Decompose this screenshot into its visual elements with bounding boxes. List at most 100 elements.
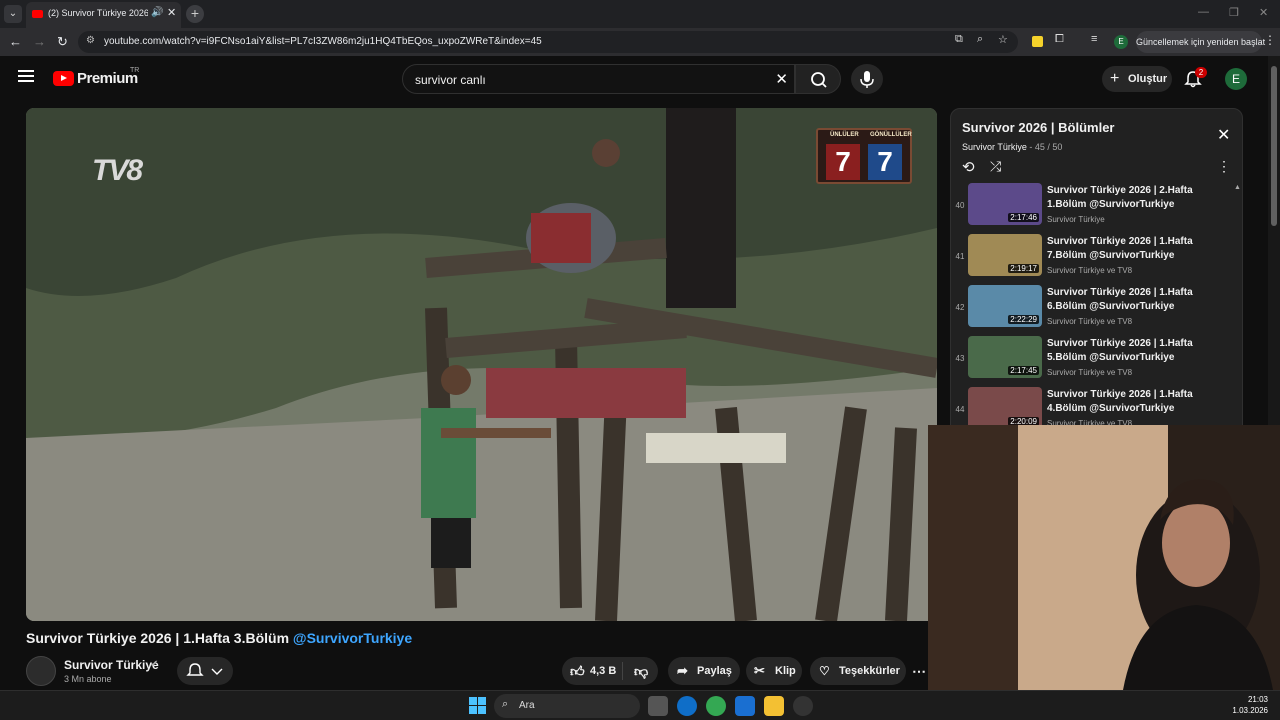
like-icon[interactable]: 👍︎ — [570, 657, 585, 685]
youtube-logo-icon[interactable] — [53, 71, 74, 86]
speaker-icon[interactable]: 🔊 — [151, 7, 163, 18]
extensions-puzzle-icon[interactable]: ⧠ — [1055, 33, 1064, 46]
tab-search-button[interactable]: ⌄ — [4, 5, 22, 23]
browser-tab[interactable]: (2) Survivor Türkiye 2026 | 🔊 ✕ — [26, 2, 181, 28]
playlist-item[interactable]: 42 2:22:29 Survivor Türkiye 2026 | 1.Haf… — [951, 285, 1236, 336]
url-text[interactable]: youtube.com/watch?v=i9FCNso1aiY&list=PL7… — [104, 36, 542, 47]
extension-icon[interactable] — [1032, 36, 1043, 47]
tab-title: (2) Survivor Türkiye 2026 | — [48, 8, 148, 18]
playlist-item[interactable]: 43 2:17:45 Survivor Türkiye 2026 | 1.Haf… — [951, 336, 1236, 387]
webcam-overlay — [928, 425, 1280, 690]
playlist-item-thumbnail[interactable]: 2:17:45 — [968, 336, 1042, 378]
playlist-item-title[interactable]: Survivor Türkiye 2026 | 1.Hafta 4.Bölüm … — [1047, 388, 1227, 416]
search-button[interactable] — [795, 64, 841, 94]
browser-menu-icon[interactable]: ⋮ — [1264, 33, 1276, 47]
youtube-brand-text[interactable]: Premium — [77, 70, 138, 87]
clear-search-icon[interactable]: ✕ — [775, 70, 788, 88]
channel-avatar[interactable] — [26, 656, 56, 686]
bookmark-star-icon[interactable]: ☆ — [998, 33, 1008, 46]
maximize-icon[interactable]: ❐ — [1229, 6, 1239, 19]
clip-button[interactable]: ✂ Klip — [746, 657, 802, 685]
account-avatar[interactable]: E — [1225, 68, 1247, 90]
voice-search-button[interactable] — [851, 64, 883, 94]
like-dislike-group: 👍︎ 4,3 B 👎︎ — [562, 657, 658, 685]
playlist-item-title[interactable]: Survivor Türkiye 2026 | 1.Hafta 5.Bölüm … — [1047, 337, 1227, 365]
settings-gear-icon[interactable] — [793, 696, 813, 716]
guide-menu-icon[interactable] — [18, 70, 34, 82]
site-info-icon[interactable]: ⚙ — [86, 35, 95, 46]
playlist-item[interactable]: 40 2:17:46 Survivor Türkiye 2026 | 2.Haf… — [951, 183, 1236, 234]
channel-mention-link[interactable]: @SurvivorTurkiye — [293, 630, 412, 646]
mail-icon[interactable] — [735, 696, 755, 716]
shuffle-icon[interactable]: ⤮ — [990, 158, 1001, 175]
playlist-item-index: 41 — [955, 252, 965, 261]
microphone-icon — [860, 71, 874, 88]
forward-icon[interactable]: → — [33, 34, 46, 49]
create-button[interactable]: + Oluştur — [1102, 66, 1172, 92]
chrome-icon[interactable] — [706, 696, 726, 716]
tab-close-icon[interactable]: ✕ — [167, 6, 176, 19]
edge-icon[interactable] — [677, 696, 697, 716]
profile-avatar[interactable]: E — [1114, 35, 1128, 49]
scissors-icon: ✂ — [754, 663, 765, 678]
page-scrollbar[interactable] — [1268, 56, 1280, 426]
video-title-text: Survivor Türkiye 2026 | 1.Hafta 3.Bölüm — [26, 630, 293, 646]
search-input[interactable]: survivor canlı ✕ — [402, 64, 795, 94]
playlist-title[interactable]: Survivor 2026 | Bölümler — [962, 120, 1114, 135]
taskbar-clock[interactable]: 21:03 1.03.2026 — [1226, 694, 1268, 716]
subscription-notifications-button[interactable] — [177, 657, 233, 685]
video-title: Survivor Türkiye 2026 | 1.Hafta 3.Bölüm … — [26, 630, 412, 646]
playlist-item-title[interactable]: Survivor Türkiye 2026 | 2.Hafta 1.Bölüm … — [1047, 184, 1227, 212]
video-frame — [26, 108, 937, 621]
update-restart-button[interactable]: Güncellemek için yeniden başlat — [1136, 31, 1265, 53]
playlist-item-thumbnail[interactable]: 2:22:29 — [968, 285, 1042, 327]
reload-icon[interactable]: ↻ — [57, 34, 68, 50]
zoom-icon[interactable]: ⌕ — [977, 33, 983, 46]
score-left: 7 — [826, 144, 860, 180]
channel-name[interactable]: Survivor Türkiye — [64, 658, 159, 672]
playlist-item-duration: 2:17:46 — [1008, 213, 1039, 222]
thanks-button[interactable]: ♡ Teşekkürler — [810, 657, 906, 685]
search-query[interactable]: survivor canlı — [415, 73, 486, 87]
scoreboard: ÜNLÜLER GÖNÜLLÜLER 7 7 — [816, 128, 912, 184]
windows-start-icon[interactable] — [469, 697, 486, 714]
playlist-item-channel: Survivor Türkiye ve TV8 — [1047, 317, 1133, 326]
notification-count-badge: 2 — [1195, 67, 1207, 78]
video-player[interactable] — [26, 108, 937, 621]
dislike-icon[interactable]: 👎︎ — [634, 657, 648, 685]
playlist-more-icon[interactable]: ⋮ — [1217, 158, 1231, 175]
file-explorer-icon[interactable] — [764, 696, 784, 716]
playlist-item-thumbnail[interactable]: 2:19:17 — [968, 234, 1042, 276]
playlist-item-duration: 2:17:45 — [1008, 366, 1039, 375]
search-icon: ⌕ — [502, 698, 509, 710]
taskbar-search[interactable]: ⌕ Ara — [494, 694, 640, 718]
playlist-item-channel: Survivor Türkiye ve TV8 — [1047, 368, 1133, 377]
playlist-item-title[interactable]: Survivor Türkiye 2026 | 1.Hafta 7.Bölüm … — [1047, 235, 1227, 263]
youtube-favicon-icon — [32, 10, 43, 18]
like-count[interactable]: 4,3 B — [590, 657, 616, 685]
back-icon[interactable]: ← — [9, 34, 22, 49]
playlist-item-index: 42 — [955, 303, 965, 312]
more-actions-icon[interactable]: ⋯ — [912, 657, 928, 685]
loop-icon[interactable]: ⟲ — [962, 158, 975, 176]
share-button[interactable]: ➦ Paylaş — [668, 657, 740, 685]
share-icon: ➦ — [677, 663, 688, 678]
playlist-item-title[interactable]: Survivor Türkiye 2026 | 1.Hafta 6.Bölüm … — [1047, 286, 1227, 314]
media-control-icon[interactable]: ≡ — [1091, 33, 1097, 45]
verified-badge-icon: ✔ — [150, 659, 159, 670]
task-view-icon[interactable] — [648, 696, 668, 716]
close-window-icon[interactable]: ✕ — [1259, 6, 1268, 19]
playlist-item[interactable]: 44 2:20:09 Survivor Türkiye 2026 | 1.Haf… — [951, 387, 1236, 427]
playlist-channel[interactable]: Survivor Türkiye — [962, 142, 1027, 152]
minimize-icon[interactable]: — — [1198, 6, 1209, 18]
share-label: Paylaş — [697, 665, 732, 677]
playlist-item[interactable]: 41 2:19:17 Survivor Türkiye 2026 | 1.Haf… — [951, 234, 1236, 285]
address-bar[interactable]: ⚙ youtube.com/watch?v=i9FCNso1aiY&list=P… — [78, 31, 1018, 53]
windows-taskbar: ⌕ Ara 21:03 1.03.2026 — [0, 690, 1280, 720]
close-playlist-icon[interactable]: ✕ — [1217, 125, 1230, 145]
playlist-item-index: 44 — [955, 405, 965, 414]
playlist-item-thumbnail[interactable]: 2:17:46 — [968, 183, 1042, 225]
playlist-item-thumbnail[interactable]: 2:20:09 — [968, 387, 1042, 427]
cast-icon[interactable]: ⧉ — [955, 33, 963, 46]
new-tab-button[interactable]: + — [186, 5, 204, 23]
